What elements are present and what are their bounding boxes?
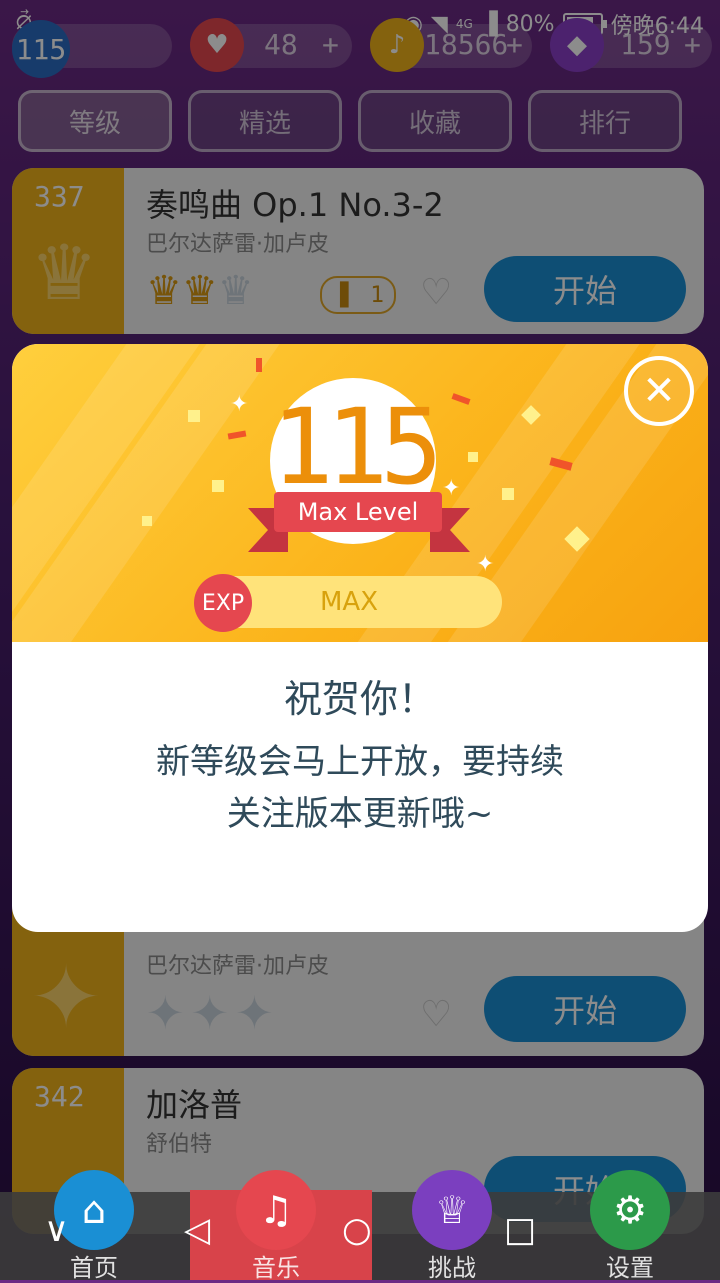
confetti-icon [256,358,262,372]
confetti-icon [502,488,514,500]
nav-label-music: 音乐 [252,1254,300,1282]
sparkle-icon: ✦ [476,552,495,577]
home-circle-icon[interactable]: ○ [342,1210,372,1250]
confetti-icon [468,452,478,462]
confetti-icon [451,393,471,405]
dialog-message: 新等级会马上开放，要持续 关注版本更新哦~ [12,736,708,840]
challenge-nav-button[interactable]: ♕ [412,1170,492,1250]
level-up-dialog: ✦ ✦ ✦ 115 Max Level MAX EXP ✕ 祝贺你！ 新等级会马… [12,344,708,932]
confetti-icon [549,457,573,471]
music-note-icon: ♫ [258,1188,294,1232]
house-icon: ⌂ [81,1188,107,1232]
max-level-ribbon: Max Level [274,492,442,532]
congrats-heading: 祝贺你！ [283,677,436,721]
chevron-down-icon[interactable]: ∨ [44,1210,69,1250]
sparkle-icon: ✦ [442,476,461,501]
dialog-header: ✦ ✦ ✦ 115 Max Level MAX EXP ✕ [12,344,708,642]
nav-label-challenge: 挑战 [428,1254,476,1282]
confetti-icon [142,516,152,526]
recents-icon[interactable]: □ [504,1210,536,1250]
confetti-icon [212,480,224,492]
gear-icon: ⚙ [612,1188,648,1232]
trophy-icon: ♕ [434,1188,470,1232]
music-nav-button[interactable]: ♫ [236,1170,316,1250]
nav-label-home: 首页 [70,1254,118,1282]
back-icon[interactable]: ◁ [184,1210,210,1250]
confetti-icon [227,430,247,440]
level-number: 115 [271,386,443,508]
sparkle-icon: ✦ [230,392,249,417]
exp-badge: EXP [194,574,252,632]
message-line: 关注版本更新哦~ [226,794,494,834]
settings-nav-button[interactable]: ⚙ [590,1170,670,1250]
confetti-icon [188,410,200,422]
message-line: 新等级会马上开放，要持续 [156,742,564,782]
close-button[interactable]: ✕ [624,356,694,426]
close-icon: ✕ [642,368,676,414]
nav-label-settings: 设置 [606,1254,654,1282]
